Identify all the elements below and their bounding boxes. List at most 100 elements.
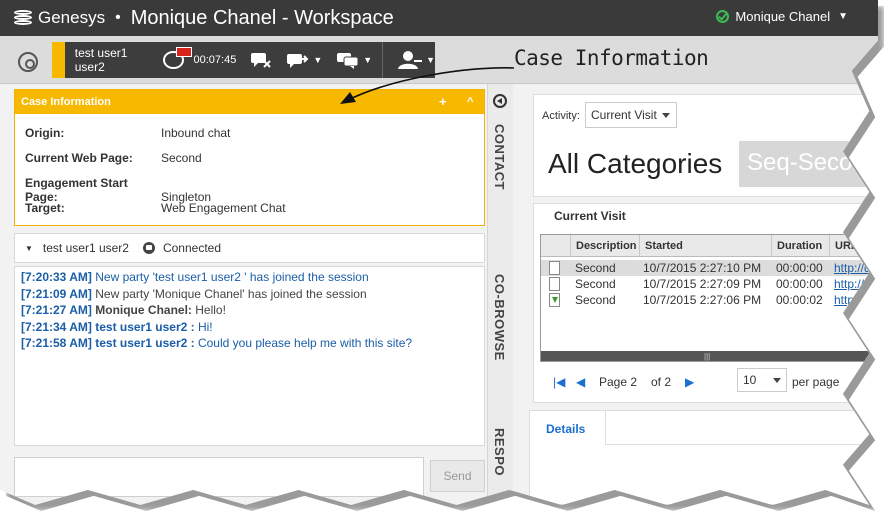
interaction-accent	[52, 42, 65, 78]
page-number: Page 2	[599, 375, 638, 389]
tab-divider	[606, 444, 878, 445]
cell-description: Second	[575, 277, 616, 291]
genesys-logo: Genesys	[12, 8, 105, 28]
case-key: Engagement Start Page:	[25, 176, 128, 204]
activity-label: Activity:	[542, 110, 580, 122]
chevron-down-icon	[773, 378, 781, 383]
chat-party-header: ▼ test user1 user2 Connected	[14, 233, 485, 263]
grid-header: Description Started Duration URL	[541, 235, 878, 257]
title-separator: •	[115, 9, 121, 26]
scrollbar-grip[interactable]: |||	[704, 352, 710, 361]
next-page-icon[interactable]: ▶	[685, 375, 694, 389]
user-menu[interactable]: Monique Chanel ▼	[716, 9, 848, 24]
column-started[interactable]: Started	[640, 235, 772, 257]
ready-status-icon	[716, 10, 730, 23]
cell-started: 10/7/2015 2:27:09 PM	[643, 277, 762, 291]
horizontal-scrollbar[interactable]: |||	[541, 351, 878, 361]
message-timestamp: [7:21:09 AM]	[21, 286, 92, 301]
per-page-label: per page	[792, 375, 840, 389]
cell-started: 10/7/2015 2:27:06 PM	[643, 293, 762, 307]
cell-duration: 00:00:00	[776, 261, 823, 275]
page-size-dropdown[interactable]: 10	[737, 368, 787, 392]
expand-triangle-icon[interactable]: ▼	[25, 244, 33, 253]
message-text: Could you please help me with this site?	[194, 336, 413, 350]
visit-grid: Description Started Duration URL Second …	[540, 234, 878, 362]
chat-message: [7:21:09 AM] New party 'Monique Chanel' …	[21, 286, 478, 303]
message-timestamp: [7:20:33 AM]	[21, 270, 92, 284]
message-text: Hello!	[191, 303, 226, 317]
cell-description: Second	[575, 261, 616, 275]
chat-message: [7:20:33 AM] New party 'test user1 user2…	[21, 269, 478, 286]
chat-compose-input[interactable]	[14, 457, 424, 497]
send-button[interactable]: Send	[430, 460, 485, 492]
end-chat-icon	[251, 53, 272, 68]
transfer-chat-icon	[287, 54, 309, 68]
tab-details[interactable]: Details	[530, 411, 606, 445]
chat-notification-icon	[163, 47, 193, 69]
document-icon	[549, 261, 560, 275]
current-visit-title: Current Visit	[554, 209, 626, 223]
cell-duration: 00:00:00	[776, 277, 823, 291]
message-author: Monique Chanel:	[91, 303, 192, 317]
activity-panel: Activity: Current Visit All Categories S…	[533, 94, 878, 197]
document-icon	[549, 277, 560, 291]
chevron-down-icon: ▼	[313, 55, 323, 65]
activity-dropdown[interactable]: Current Visit	[585, 102, 677, 128]
chat-message: [7:21:58 AM] test user1 user2 : Could yo…	[21, 335, 478, 352]
interaction-party-name[interactable]: test user1 user2	[75, 46, 153, 74]
case-row-target: Target: Web Engagement Chat	[25, 201, 286, 215]
chat-status: Connected	[162, 241, 222, 255]
table-row[interactable]: Second 10/7/2015 2:27:09 PM 00:00:00 htt…	[541, 276, 878, 292]
chat-connected-icon	[142, 242, 155, 254]
message-author: test user1 user2 :	[91, 336, 195, 350]
user-name: Monique Chanel	[735, 9, 831, 24]
case-key: Target:	[25, 201, 65, 215]
chat-party-name: test user1 user2	[42, 241, 129, 255]
page-size-value: 10	[743, 373, 757, 387]
tab-responses[interactable]: RESPO	[492, 428, 507, 476]
case-row-origin: Origin: Inbound chat	[25, 126, 230, 140]
brand-name: Genesys	[38, 8, 106, 27]
chevron-down-icon: ▼	[838, 11, 848, 22]
column-url[interactable]: URL	[830, 235, 878, 257]
message-timestamp: [7:21:27 AM]	[21, 303, 92, 317]
first-page-icon[interactable]: |◀	[553, 375, 565, 389]
message-timestamp: [7:21:58 AM]	[21, 336, 92, 350]
case-key: Origin:	[25, 126, 65, 140]
genesys-logo-icon	[12, 9, 34, 27]
transfer-chat-button[interactable]: ▼	[286, 51, 322, 69]
case-value: Web Engagement Chat	[161, 201, 286, 215]
chat-message: [7:21:34 AM] test user1 user2 : Hi!	[21, 319, 478, 336]
cell-started: 10/7/2015 2:27:10 PM	[643, 261, 762, 275]
tab-co-browse[interactable]: CO-BROWSE	[492, 274, 507, 361]
table-row[interactable]: Second 10/7/2015 2:27:06 PM 00:00:02 htt…	[541, 292, 878, 308]
case-value: Second	[161, 151, 202, 165]
activity-selected: Current Visit	[591, 108, 657, 122]
message-text: Hi!	[194, 319, 213, 334]
message-timestamp: [7:21:34 AM]	[21, 319, 92, 334]
callout-arrow-icon	[340, 66, 515, 104]
sequence-badge: Seq-Second	[739, 141, 878, 187]
chevron-down-icon	[662, 113, 670, 118]
case-information-title: Case Information	[21, 96, 111, 108]
team-communicator-icon[interactable]	[18, 52, 38, 72]
categories-heading: All Categories	[548, 148, 723, 179]
cell-description: Second	[575, 293, 616, 307]
column-duration[interactable]: Duration	[772, 235, 830, 257]
chat-message: [7:21:27 AM] Monique Chanel: Hello!	[21, 302, 478, 319]
end-chat-button[interactable]	[250, 51, 272, 69]
grid-icon-column	[541, 235, 571, 257]
page-total: of 2	[651, 375, 672, 389]
workspace-window: Genesys • Monique Chanel - Workspace Mon…	[0, 0, 878, 505]
interaction-timer: 00:07:45	[193, 54, 237, 66]
case-row-engagement-start-page: Engagement Start Page: Singleton	[25, 176, 211, 204]
table-row[interactable]: Second 10/7/2015 2:27:10 PM 00:00:00 htt…	[541, 260, 878, 276]
callout-label: Case Information	[514, 46, 709, 70]
chat-transcript[interactable]: [7:20:33 AM] New party 'test user1 user2…	[14, 266, 485, 446]
previous-page-icon[interactable]: ◀	[576, 375, 585, 389]
tab-contact[interactable]: CONTACT	[492, 124, 507, 190]
column-description[interactable]: Description	[571, 235, 640, 257]
entry-page-icon	[549, 293, 560, 307]
side-tab-strip: CONTACT CO-BROWSE RESPO	[487, 84, 513, 505]
message-author: test user1 user2 :	[91, 319, 195, 334]
